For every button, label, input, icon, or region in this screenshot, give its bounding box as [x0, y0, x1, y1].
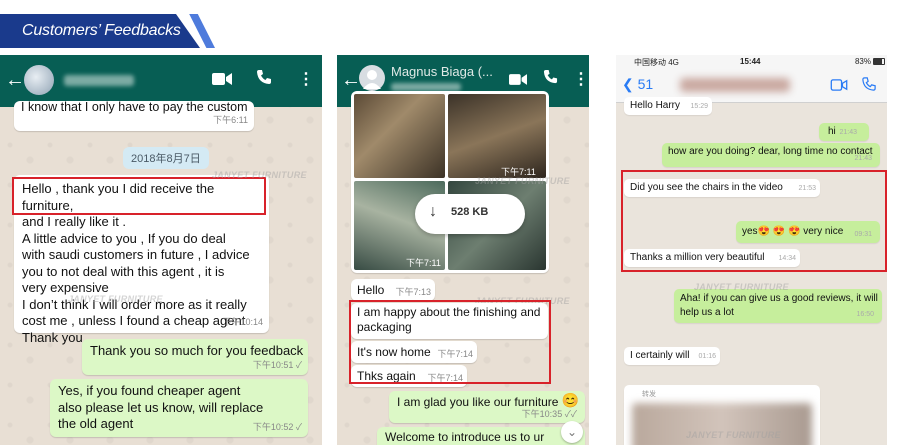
- photo-thumb[interactable]: [354, 94, 445, 178]
- banner-title: Customers’ Feedbacks: [22, 22, 181, 39]
- video-call-icon[interactable]: [509, 71, 527, 91]
- chevron-down-icon: ⌄: [566, 425, 578, 439]
- chat-screenshot-1: ← ⋮ I know that I only have to pay the c…: [0, 55, 322, 445]
- watermark: JANYET FURNITURE: [68, 294, 163, 304]
- contact-avatar[interactable]: [359, 65, 385, 91]
- reply-bubble: Aha! if you can give us a good reviews, …: [674, 289, 882, 323]
- chat-screenshot-3: 中国移动 4G 15:44 83% ❮ 51 Hello Harry 15:29…: [616, 55, 887, 445]
- video-call-icon[interactable]: [830, 78, 848, 94]
- reply-bubble-agent: Yes, if you found cheaper agent also ple…: [50, 379, 308, 437]
- contact-name-blurred: [680, 78, 790, 92]
- back-arrow-icon[interactable]: ←: [5, 69, 25, 92]
- reply-bubble: how are you doing? dear, long time no co…: [662, 143, 880, 167]
- scroll-down-button[interactable]: ⌄: [561, 421, 583, 443]
- chat-screenshot-2: ← Magnus Biaga (... ⋮ 下午7:11 + 5 下午7:11 …: [337, 55, 589, 445]
- chevron-left-icon: ❮: [622, 76, 634, 92]
- message-bubble: Hello Harry 15:29: [624, 97, 712, 115]
- message-bubble-hello: Hello 下午7:13: [351, 279, 435, 301]
- contact-avatar[interactable]: [24, 65, 54, 95]
- voice-call-icon[interactable]: [543, 69, 558, 89]
- contact-name-blurred: [64, 75, 134, 86]
- watermark: JANYET FURNITURE: [686, 430, 781, 440]
- download-button[interactable]: ↓ 528 KB: [415, 194, 525, 234]
- contact-name[interactable]: Magnus Biaga (...: [391, 64, 493, 79]
- menu-dots-icon[interactable]: ⋮: [573, 69, 589, 89]
- message-bubble: I certainly will 01:16: [624, 347, 720, 365]
- menu-dots-icon[interactable]: ⋮: [298, 69, 314, 89]
- highlight-box: [621, 170, 887, 272]
- reply-bubble-thanks: Thank you so much for you feedback 下午10:…: [82, 339, 308, 375]
- section-banner: Customers’ Feedbacks: [0, 14, 215, 48]
- watermark: JANYET FURNITURE: [694, 282, 789, 292]
- reply-bubble-glad: I am glad you like our furniture 😊 下午10:…: [389, 391, 585, 423]
- watermark: JANYET FURNITURE: [475, 176, 570, 186]
- contact-status-blurred: [391, 83, 461, 91]
- reply-bubble: hi 21:43: [819, 123, 869, 141]
- back-button[interactable]: ❮ 51: [622, 76, 653, 93]
- watermark: JANYET FURNITURE: [212, 170, 307, 180]
- back-arrow-icon[interactable]: ←: [341, 69, 361, 92]
- date-separator: 2018年8月7日: [123, 147, 209, 169]
- message-bubble-partial: I know that I only have to pay the custo…: [14, 100, 254, 131]
- video-call-icon[interactable]: [212, 71, 232, 91]
- voice-call-icon[interactable]: [256, 69, 272, 90]
- forward-label: 转发: [642, 391, 656, 398]
- reply-bubble-welcome: Welcome to introduce us to ur: [377, 427, 585, 445]
- battery-icon: [873, 58, 885, 65]
- download-icon: ↓: [429, 203, 437, 220]
- status-bar: 中国移动 4G 15:44 83%: [616, 55, 887, 69]
- highlight-box: [349, 300, 551, 384]
- voice-call-icon[interactable]: [862, 77, 876, 94]
- highlight-box: [12, 177, 266, 215]
